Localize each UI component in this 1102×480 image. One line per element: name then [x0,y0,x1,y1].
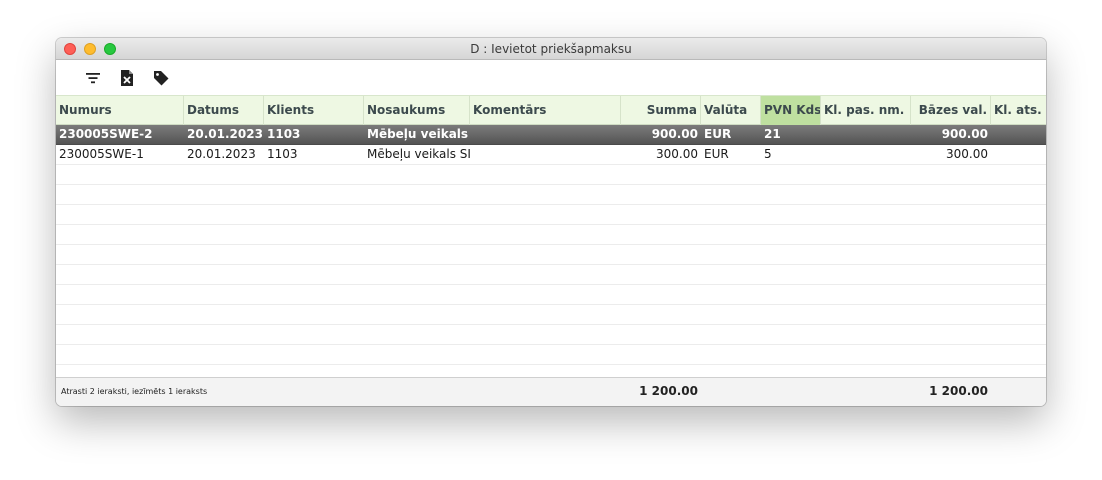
cell-kl-pas-nm [821,145,911,165]
empty-row [56,325,1046,345]
column-header-datums[interactable]: Datums [184,96,264,125]
cell-bazes-val: 300.00 [946,147,988,161]
table-row-selected[interactable]: 230005SWE-2 20.01.2023 1103 Mēbeļu veika… [56,125,1046,145]
total-bazes-val: 1 200.00 [929,384,988,398]
cell-bazes-val: 900.00 [941,127,988,141]
cell-summa: 900.00 [651,127,698,141]
cell-klients: 1103 [267,147,298,161]
cell-klients: 1103 [267,127,301,141]
cell-komentars [470,125,621,145]
column-header-summa[interactable]: Summa [621,96,701,125]
status-bar: Atrasti 2 ieraksti, iezīmēts 1 ieraksts … [56,377,1046,406]
empty-row [56,205,1046,225]
empty-row [56,265,1046,285]
column-header-pvn-kds[interactable]: PVN Kds [761,96,821,125]
empty-row [56,225,1046,245]
cell-kl-ats [991,125,1046,145]
empty-row [56,345,1046,365]
cell-pvn-kds: 5 [764,147,772,161]
cell-numurs: 230005SWE-1 [59,147,144,161]
filter-icon [86,73,100,84]
window-title: D : Ievietot priekšapmaksu [470,42,632,56]
filter-button[interactable] [83,68,103,88]
column-header-numurs[interactable]: Numurs [56,96,184,125]
total-summa: 1 200.00 [639,384,698,398]
cell-komentars [470,145,621,165]
cell-datums: 20.01.2023 [187,127,263,141]
column-header-kl-ats[interactable]: Kl. ats. [991,96,1046,125]
cell-nosaukums: Mēbeļu veikals S [367,127,470,141]
column-header-bazes-val[interactable]: Bāzes val. [911,96,991,125]
column-header-kl-pas-nm[interactable]: Kl. pas. nm. [821,96,911,125]
cell-pvn-kds: 21 [764,127,781,141]
tag-icon [154,71,169,86]
cell-valuta: EUR [704,127,732,141]
cell-kl-pas-nm [821,125,911,145]
column-header-klients[interactable]: Klients [264,96,364,125]
table-row[interactable]: 230005SWE-1 20.01.2023 1103 Mēbeļu veika… [56,145,1046,165]
record-count-status: Atrasti 2 ieraksti, iezīmēts 1 ieraksts [61,387,208,396]
toolbar [56,61,1046,95]
cell-datums: 20.01.2023 [187,147,256,161]
excel-export-icon [121,70,133,86]
tag-button[interactable] [151,68,171,88]
column-header-komentars[interactable]: Komentārs [470,96,621,125]
empty-row [56,305,1046,325]
table-body: 230005SWE-2 20.01.2023 1103 Mēbeļu veika… [56,125,1046,377]
empty-row [56,185,1046,205]
cell-summa: 300.00 [656,147,698,161]
column-header-nosaukums[interactable]: Nosaukums [364,96,470,125]
excel-export-button[interactable] [117,68,137,88]
cell-kl-ats [991,145,1046,165]
column-header-valuta[interactable]: Valūta [701,96,761,125]
empty-row [56,245,1046,265]
cell-valuta: EUR [704,147,729,161]
table-header: Numurs Datums Klients Nosaukums Komentār… [56,95,1046,125]
cell-nosaukums: Mēbeļu veikals SIA [367,147,470,161]
title-bar[interactable]: D : Ievietot priekšapmaksu [56,38,1046,60]
empty-row [56,285,1046,305]
window: D : Ievietot priekšapmaksu Numurs Datums… [56,38,1046,406]
cell-numurs: 230005SWE-2 [59,127,153,141]
empty-row [56,165,1046,185]
